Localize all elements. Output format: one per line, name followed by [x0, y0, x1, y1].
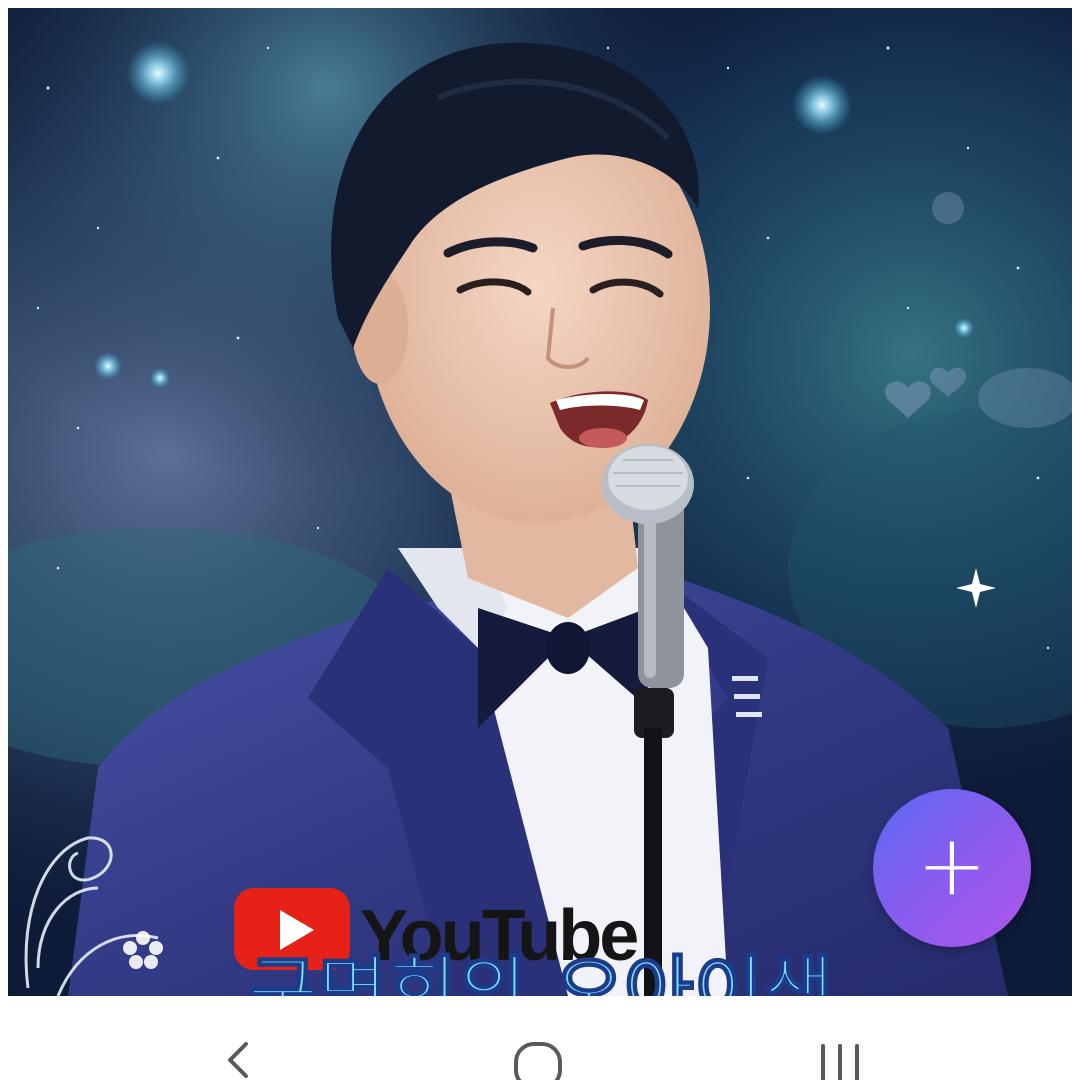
screen: YouTube 구면희의 오아이생 + — [0, 0, 1080, 1080]
system-navigation-bar — [0, 996, 1080, 1080]
back-button[interactable] — [158, 996, 318, 1080]
plus-icon: + — [916, 816, 988, 914]
add-fab-button[interactable]: + — [873, 789, 1031, 947]
chevron-left-icon — [228, 1042, 248, 1078]
home-button[interactable] — [458, 996, 618, 1080]
home-outline-icon — [514, 1042, 562, 1080]
photo-caption: 구면희의 오아이생 — [248, 947, 834, 996]
recent-apps-icon — [821, 1044, 859, 1080]
recent-apps-button[interactable] — [760, 996, 920, 1080]
